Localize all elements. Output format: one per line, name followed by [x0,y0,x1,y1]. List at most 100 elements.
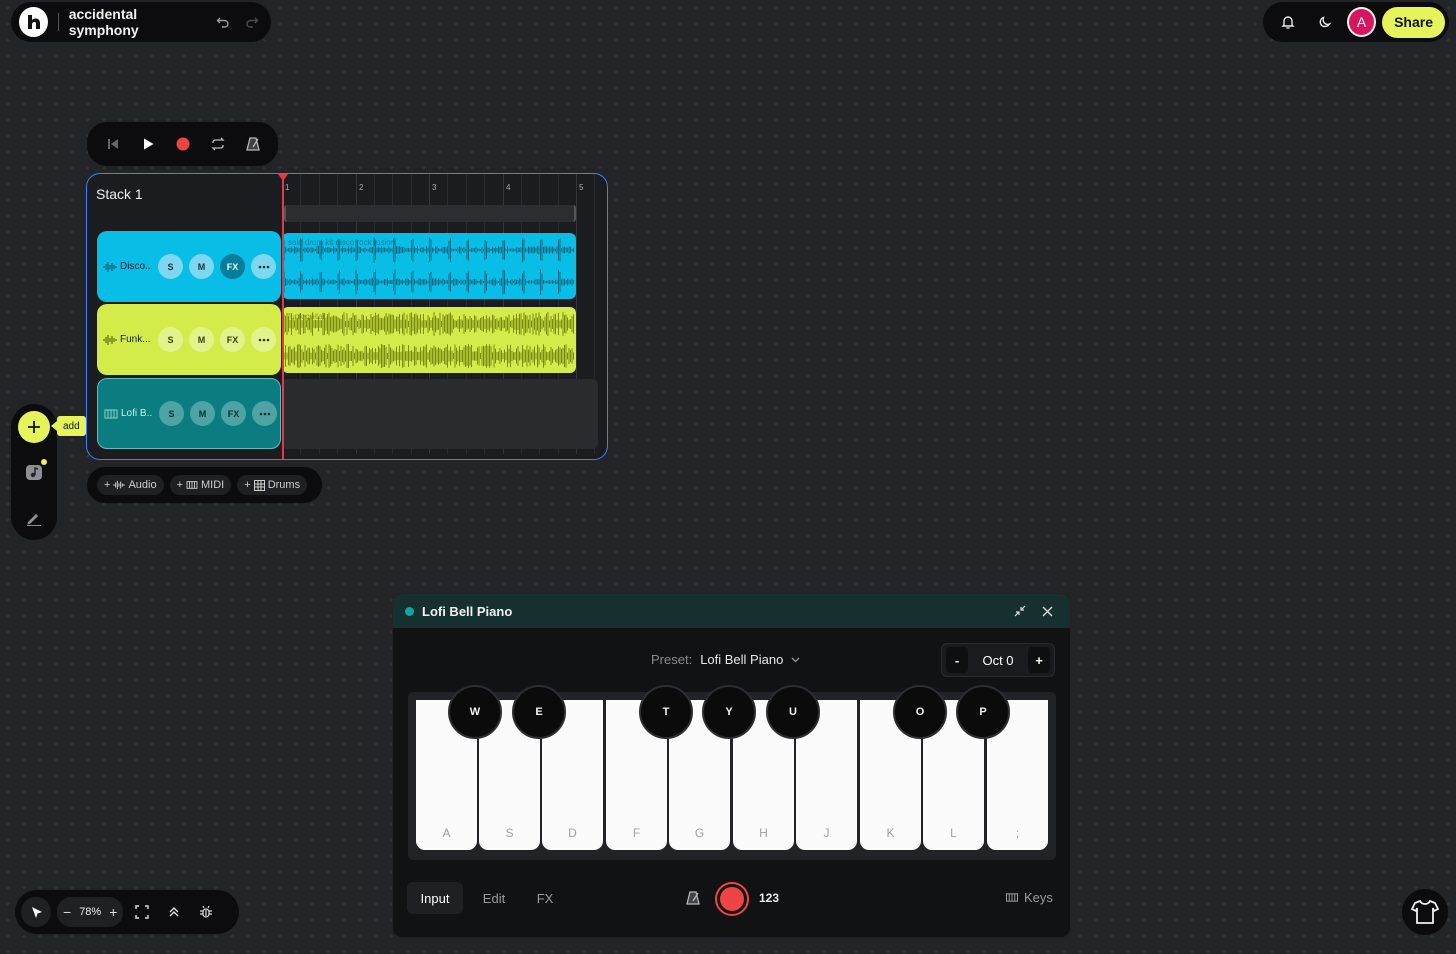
timeline[interactable]: 1 2 3 4 5 solo drum kit disco rock fusio… [278,174,607,459]
track-name[interactable]: Lofi B... [121,408,153,419]
track-header-disco[interactable]: Disco... S M FX [97,231,281,302]
audio-clip-funk[interactable]: funk guitar [282,307,576,373]
more-options-button[interactable] [252,401,277,426]
key-label: D [568,826,577,840]
add-midi-track-button[interactable]: + MIDI [169,475,232,495]
mute-button[interactable]: M [189,327,214,352]
panel-header[interactable]: Lofi Bell Piano [393,594,1070,628]
clip-label: funk guitar [288,312,326,321]
octave-down-button[interactable]: - [946,647,968,673]
empty-track-lane[interactable] [282,379,598,449]
octave-value: Oct 0 [982,652,1014,668]
zoom-control: − 78% + [57,897,124,927]
key-label: J [823,826,830,840]
playhead[interactable] [278,174,288,459]
black-key[interactable]: E [512,685,566,739]
black-key[interactable]: P [956,685,1010,739]
avatar[interactable]: A [1346,7,1377,37]
minimize-icon[interactable] [1009,600,1031,622]
track-name[interactable]: Funk... [120,334,152,345]
more-options-button[interactable] [251,254,276,279]
ellipsis-icon [259,412,270,415]
share-button[interactable]: Share [1382,6,1446,38]
skip-to-start-icon[interactable] [98,129,128,159]
clip-label: solo drum kit disco rock fusion [288,238,396,247]
fullscreen-icon[interactable] [129,899,155,925]
instrument-panel: Lofi Bell Piano Preset: Lofi Bell Piano … [392,593,1071,938]
octave-up-button[interactable]: + [1027,647,1050,673]
add-audio-track-button[interactable]: + Audio [97,475,164,495]
more-options-button[interactable] [251,327,276,352]
mute-button[interactable]: M [190,401,215,426]
zoom-in-button[interactable]: + [109,904,117,920]
track-header-lofi[interactable]: Lofi B... S M FX [97,378,281,449]
fx-button[interactable]: FX [220,254,245,279]
preset-label: Preset: [651,652,693,667]
close-icon[interactable] [1036,600,1058,622]
transport-bar [87,122,278,166]
key-label: S [505,826,514,840]
preset-row: Preset: Lofi Bell Piano - Oct 0 + [393,643,1070,679]
fx-button[interactable]: FX [220,327,245,352]
play-icon[interactable] [133,129,163,159]
redo-icon[interactable] [240,10,263,34]
panel-title: Lofi Bell Piano [422,603,513,619]
app-logo[interactable] [19,7,48,37]
black-key[interactable]: Y [702,685,756,739]
black-key[interactable]: O [893,685,947,739]
title-separator [57,13,59,31]
tab-fx[interactable]: FX [525,882,565,914]
tshirt-icon[interactable] [1402,889,1448,935]
moon-icon[interactable] [1310,6,1341,38]
top-right-toolbar: A Share [1263,2,1449,42]
bar-number: 2 [359,183,364,192]
project-title[interactable]: accidental symphony [69,6,205,38]
waveform-icon [103,333,117,347]
solo-button[interactable]: S [158,327,183,352]
bottom-toolbar: − 78% + [15,890,239,934]
piano-icon [186,481,198,489]
keys-toggle[interactable]: Keys [1005,890,1053,905]
mute-button[interactable]: M [189,254,214,279]
tab-edit[interactable]: Edit [473,882,515,914]
zoom-level[interactable]: 78% [79,906,101,918]
tab-input[interactable]: Input [407,882,463,914]
audio-clip-disco[interactable]: solo drum kit disco rock fusion [282,233,576,299]
zoom-out-button[interactable]: − [63,904,71,920]
track-header-funk[interactable]: Funk... S M FX [97,304,281,375]
track-name[interactable]: Disco... [120,261,152,272]
bell-icon[interactable] [1273,6,1304,38]
loop-region[interactable] [284,205,576,222]
fx-button[interactable]: FX [221,401,246,426]
notification-dot [41,459,47,465]
metronome-icon[interactable] [683,888,703,908]
black-key[interactable]: T [639,685,693,739]
record-icon[interactable] [168,129,198,159]
stack-title[interactable]: Stack 1 [96,186,143,202]
add-button[interactable] [18,411,50,443]
bug-icon[interactable] [193,899,219,925]
solo-button[interactable]: S [158,254,183,279]
undo-icon[interactable] [211,10,234,34]
plus-icon: + [104,479,111,491]
metronome-icon[interactable] [238,129,268,159]
black-key[interactable]: U [766,685,820,739]
key-label: L [950,826,957,840]
octave-control: - Oct 0 + [941,643,1055,677]
loop-icon[interactable] [203,129,233,159]
add-drums-track-button[interactable]: + Drums [237,475,308,495]
grid-icon [253,479,265,491]
key-label: F [632,826,641,840]
stack-container[interactable]: Stack 1 Disco... S M FX Funk... S M FX L… [86,173,608,460]
record-button[interactable] [715,882,749,916]
piano-icon [104,407,118,421]
double-chevron-up-icon[interactable] [161,899,187,925]
bar-number: 3 [432,183,437,192]
solo-button[interactable]: S [159,401,184,426]
key-label: K [886,826,895,840]
pen-icon[interactable] [22,506,46,530]
preset-dropdown[interactable]: Preset: Lofi Bell Piano [651,652,800,667]
count-in-toggle[interactable]: 123 [759,891,779,905]
black-key[interactable]: W [448,685,502,739]
cursor-icon[interactable] [21,897,51,927]
